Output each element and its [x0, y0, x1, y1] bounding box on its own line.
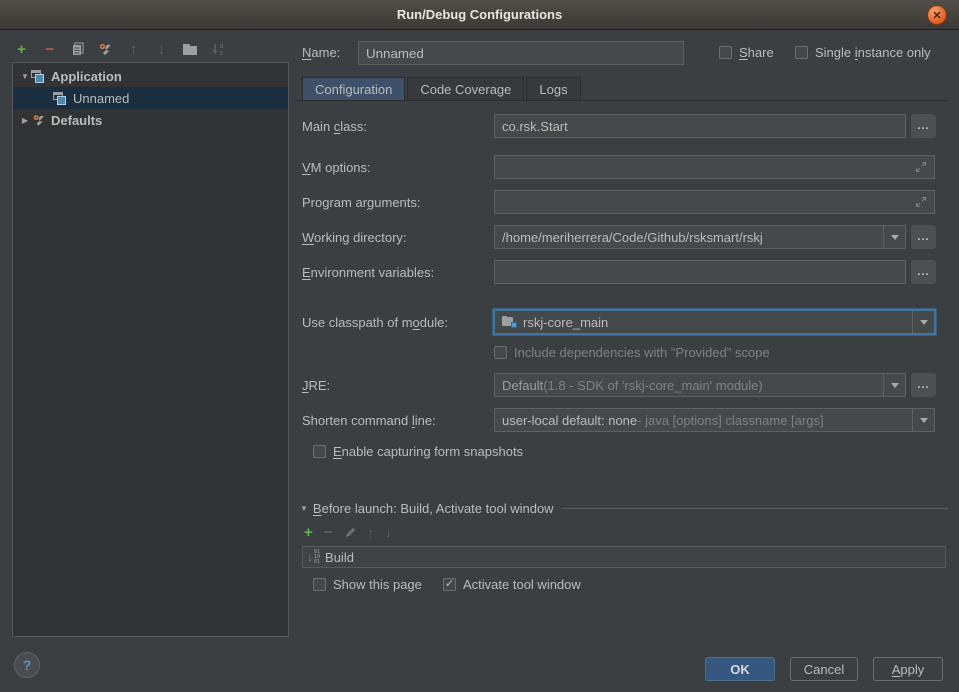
add-task-icon[interactable]: + [304, 524, 313, 541]
section-collapse-icon[interactable]: ▼ [300, 504, 308, 513]
tree-item-label: Unnamed [73, 91, 129, 106]
before-launch-toolbar: + − ↑ ↓ [304, 524, 392, 541]
capture-snapshots-label: Enable capturing form snapshots [333, 444, 523, 459]
tree-item-label: Defaults [51, 113, 102, 128]
copy-configuration-icon[interactable] [68, 40, 87, 59]
shorten-command-line-combo[interactable]: user-local default: none - java [options… [494, 408, 935, 432]
svg-text:a: a [219, 43, 223, 50]
vm-options-label: VM options: [302, 160, 371, 175]
dropdown-arrow-icon[interactable] [912, 311, 934, 333]
ok-button[interactable]: OK [705, 657, 775, 681]
show-this-page-checkbox[interactable]: Show this page [313, 577, 422, 592]
working-directory-label: Working directory: [302, 230, 407, 245]
share-label: Share [739, 45, 774, 60]
jre-label: JRE: [302, 378, 330, 393]
build-icon: ↓ 011001 [307, 550, 320, 565]
checkbox-box-checked[interactable]: ✓ [443, 578, 456, 591]
tab-logs[interactable]: Logs [526, 77, 580, 100]
close-icon[interactable]: ✕ [927, 5, 947, 25]
application-config-icon [53, 91, 69, 106]
checkbox-box[interactable] [313, 445, 326, 458]
help-button[interactable]: ? [14, 652, 40, 678]
apply-button[interactable]: Apply [873, 657, 943, 681]
sort-configurations-icon[interactable]: a z [208, 40, 227, 59]
shorten-command-line-label: Shorten command line: [302, 413, 436, 428]
svg-text:z: z [219, 50, 223, 57]
single-instance-checkbox[interactable]: Single instance only [795, 45, 931, 60]
environment-variables-label: Environment variables: [302, 265, 434, 280]
dropdown-arrow-icon[interactable] [912, 409, 934, 431]
checkbox-box[interactable] [795, 46, 808, 59]
defaults-wrench-icon [31, 112, 47, 128]
program-arguments-field[interactable] [494, 190, 935, 214]
configurations-tree: ▼ Application Unnamed ▶ Defaults [12, 62, 289, 637]
edit-task-icon[interactable] [344, 526, 357, 539]
move-up-icon[interactable]: ↑ [124, 40, 143, 59]
expand-field-icon[interactable] [915, 161, 927, 173]
environment-variables-browse-button[interactable]: ... [911, 260, 936, 284]
tree-item-defaults[interactable]: ▶ Defaults [13, 109, 288, 131]
before-launch-section-header[interactable]: ▼ Before launch: Build, Activate tool wi… [300, 501, 948, 516]
working-directory-combo[interactable]: /home/meriherrera/Code/Github/rsksmart/r… [494, 225, 906, 249]
single-instance-label: Single instance only [815, 45, 931, 60]
main-class-field[interactable]: co.rsk.Start [494, 114, 906, 138]
environment-variables-field[interactable] [494, 260, 906, 284]
tree-expanded-icon[interactable]: ▼ [19, 72, 31, 81]
application-type-icon [31, 69, 47, 84]
jre-combo[interactable]: Default (1.8 - SDK of 'rskj-core_main' m… [494, 373, 906, 397]
add-configuration-icon[interactable]: + [12, 40, 31, 59]
task-move-down-icon[interactable]: ↓ [385, 525, 392, 540]
tab-code-coverage[interactable]: Code Coverage [407, 77, 524, 100]
jre-browse-button[interactable]: ... [911, 373, 936, 397]
task-move-up-icon[interactable]: ↑ [368, 525, 375, 540]
section-separator [562, 508, 948, 509]
activate-tool-window-label: Activate tool window [463, 577, 581, 592]
new-folder-icon[interactable] [180, 40, 199, 59]
tab-bar: Configuration Code Coverage Logs [302, 77, 581, 100]
checkbox-box[interactable] [313, 578, 326, 591]
before-launch-label: Before launch: Build, Activate tool wind… [313, 501, 554, 516]
classpath-module-label: Use classpath of module: [302, 315, 448, 330]
main-class-label: Main class: [302, 119, 367, 134]
remove-task-icon[interactable]: − [324, 524, 333, 541]
window-title: Run/Debug Configurations [397, 7, 562, 22]
capture-snapshots-checkbox[interactable]: Enable capturing form snapshots [313, 444, 523, 459]
remove-configuration-icon[interactable]: − [40, 40, 59, 59]
module-icon [502, 316, 517, 328]
tree-item-application[interactable]: ▼ Application [13, 65, 288, 87]
move-down-icon[interactable]: ↓ [152, 40, 171, 59]
dropdown-arrow-icon[interactable] [883, 374, 905, 396]
configurations-toolbar: + − ↑ ↓ [12, 38, 227, 60]
checkbox-box[interactable] [494, 346, 507, 359]
program-arguments-label: Program arguments: [302, 195, 421, 210]
name-label: Name: [302, 45, 340, 60]
main-class-browse-button[interactable]: ... [911, 114, 936, 138]
vm-options-field[interactable] [494, 155, 935, 179]
share-checkbox[interactable]: Share [719, 45, 774, 60]
include-provided-label: Include dependencies with "Provided" sco… [514, 345, 770, 360]
activate-tool-window-checkbox[interactable]: ✓ Activate tool window [443, 577, 581, 592]
name-input[interactable] [358, 41, 684, 65]
expand-field-icon[interactable] [915, 196, 927, 208]
cancel-button[interactable]: Cancel [790, 657, 858, 681]
titlebar: Run/Debug Configurations ✕ [0, 0, 959, 30]
tab-configuration[interactable]: Configuration [302, 77, 405, 100]
working-directory-browse-button[interactable]: ... [911, 225, 936, 249]
tree-item-label: Application [51, 69, 122, 84]
show-this-page-label: Show this page [333, 577, 422, 592]
run-debug-configurations-dialog: Run/Debug Configurations ✕ + − ↑ ↓ [0, 0, 959, 692]
build-task-label: Build [325, 550, 354, 565]
tree-item-unnamed[interactable]: Unnamed [13, 87, 288, 109]
edit-templates-icon[interactable] [96, 40, 115, 59]
tab-divider [295, 100, 948, 101]
include-provided-checkbox[interactable]: Include dependencies with "Provided" sco… [494, 345, 770, 360]
question-icon: ? [23, 657, 32, 673]
build-task-row[interactable]: ↓ 011001 Build [302, 546, 946, 568]
classpath-module-combo[interactable]: rskj-core_main [494, 310, 935, 334]
tree-collapsed-icon[interactable]: ▶ [19, 116, 31, 125]
dropdown-arrow-icon[interactable] [883, 226, 905, 248]
checkbox-box[interactable] [719, 46, 732, 59]
